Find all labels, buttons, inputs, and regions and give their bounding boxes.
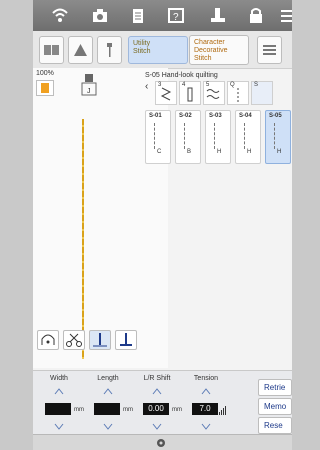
chevron-up-icon[interactable] <box>54 387 64 395</box>
chevron-down-icon[interactable] <box>201 423 211 431</box>
stitch-line <box>82 119 84 359</box>
chevron-up-icon[interactable] <box>152 387 162 395</box>
help-icon[interactable]: ? <box>167 7 185 24</box>
settings-gear-icon[interactable] <box>156 438 166 448</box>
reset-button[interactable]: Rese <box>258 417 292 434</box>
lr-shift-setting: L/R Shift 0.00 mm <box>137 375 182 433</box>
wifi-icon[interactable] <box>51 7 69 24</box>
bottom-bar <box>33 434 292 450</box>
tool-row <box>33 330 292 354</box>
length-setting: Length mm <box>88 375 133 433</box>
sewing-machine-screen: ? Utility Stitch Character Decorative St… <box>33 0 292 450</box>
chevron-up-icon[interactable] <box>201 387 211 395</box>
zoom-level: 100% <box>36 70 54 77</box>
pivot-button[interactable] <box>115 330 137 350</box>
memory-button[interactable]: Memo <box>258 398 292 415</box>
width-value <box>45 403 71 415</box>
pattern-cell[interactable]: S-02 B <box>175 110 201 164</box>
menu-icon[interactable] <box>279 7 292 24</box>
pivot-icon <box>120 333 132 346</box>
status-bar: ? <box>33 0 292 31</box>
triangle-icon <box>74 44 87 56</box>
list-icon <box>263 45 276 55</box>
chevron-down-icon[interactable] <box>54 423 64 431</box>
mode-bar: Utility Stitch Character Decorative Stit… <box>33 31 292 69</box>
length-value <box>94 403 120 415</box>
lock-icon[interactable] <box>247 7 265 24</box>
needle-mode-icon <box>41 334 55 345</box>
settings-panel: Width mm Length mm L/R Shift 0.00 mm Ten… <box>33 370 292 435</box>
camera-icon[interactable] <box>91 7 109 24</box>
character-stitch-tab[interactable]: Character Decorative Stitch <box>189 35 249 65</box>
presser-foot-icon: J <box>81 74 97 96</box>
tension-bars-icon <box>219 406 226 415</box>
pattern-cell[interactable]: S-01 C <box>145 110 171 164</box>
category-item[interactable]: Q <box>227 81 249 105</box>
svg-text:?: ? <box>173 12 179 23</box>
scissors-icon <box>66 333 82 347</box>
character-stitch-label: Character Decorative Stitch <box>194 39 228 62</box>
category-item[interactable]: 3 <box>155 81 177 105</box>
category-item[interactable]: 4 <box>179 81 201 105</box>
retrieve-button[interactable]: Retrie <box>258 379 292 396</box>
document-icon[interactable] <box>129 7 147 24</box>
presser-foot-icon[interactable] <box>209 7 227 24</box>
pin-icon <box>107 43 112 57</box>
svg-text:J: J <box>87 88 91 95</box>
chevron-down-icon[interactable] <box>103 423 113 431</box>
pattern-title: S-05 Hand-look quilting <box>145 72 218 79</box>
book-icon <box>44 45 59 55</box>
pin-button[interactable] <box>97 36 122 64</box>
category-scroll-left[interactable]: ‹ <box>145 81 153 105</box>
scissors-button[interactable] <box>63 330 85 350</box>
width-setting: Width mm <box>39 375 84 433</box>
book-button[interactable] <box>39 36 64 64</box>
triangle-button[interactable] <box>68 36 93 64</box>
utility-stitch-tab[interactable]: Utility Stitch <box>128 36 188 64</box>
chevron-down-icon[interactable] <box>152 423 162 431</box>
tension-setting: Tension 7.0 <box>186 375 226 433</box>
list-view-button[interactable] <box>257 36 282 64</box>
pattern-cell-selected[interactable]: S-05 H <box>265 110 291 164</box>
utility-stitch-label: Utility Stitch <box>133 40 151 55</box>
pattern-cell[interactable]: S-03 H <box>205 110 231 164</box>
needle-position-button[interactable] <box>89 330 111 350</box>
needle-mode-button[interactable] <box>37 330 59 350</box>
category-item[interactable]: 5 <box>203 81 225 105</box>
needle-position-icon <box>93 333 107 347</box>
lr-shift-value: 0.00 <box>143 403 169 415</box>
chevron-up-icon[interactable] <box>103 387 113 395</box>
category-item[interactable]: S <box>251 81 273 105</box>
pattern-cell[interactable]: S-04 H <box>235 110 261 164</box>
tension-value: 7.0 <box>192 403 218 415</box>
thread-color-button[interactable] <box>36 80 54 96</box>
